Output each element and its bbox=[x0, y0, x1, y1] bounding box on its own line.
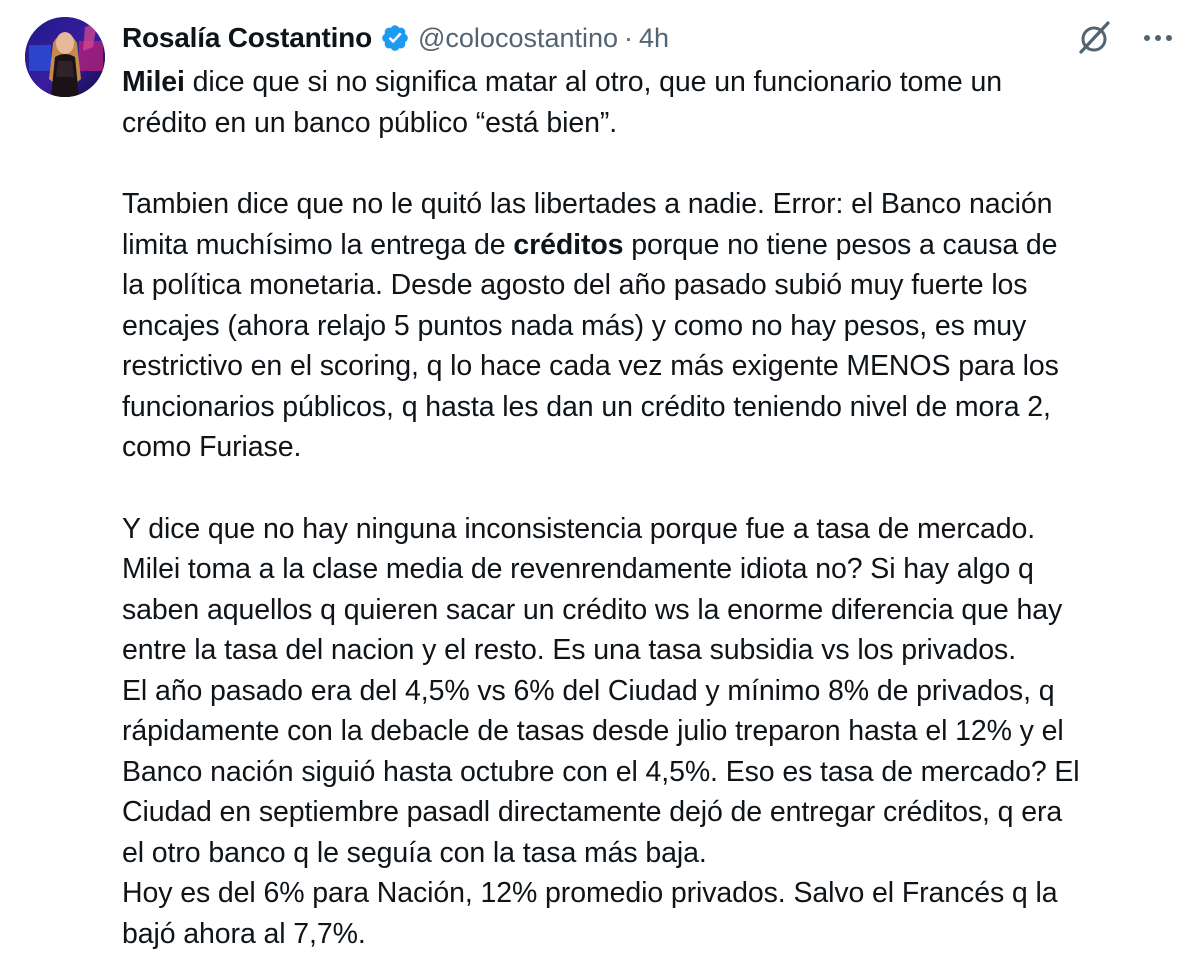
tweet-line: Milei dice que si no significa matar al … bbox=[122, 66, 1002, 98]
avatar[interactable] bbox=[25, 17, 105, 97]
mention-text: Milei bbox=[122, 66, 185, 98]
tweet-line: crédito en un banco público “está bien”. bbox=[122, 106, 618, 139]
tweet-header: Rosalía Costantino @colocostantino · 4h bbox=[122, 20, 669, 56]
tweet-line: Hoy es del 6% para Nación, 12% promedio … bbox=[122, 877, 1058, 909]
tweet-line: como Furiase. bbox=[122, 431, 302, 463]
separator-dot: · bbox=[624, 22, 634, 53]
tweet-line: Milei toma a la clase media de revenrend… bbox=[122, 553, 1034, 585]
grok-icon[interactable] bbox=[1075, 18, 1115, 63]
bold-text: créditos bbox=[513, 228, 624, 261]
tweet-line: el otro banco q le seguía con la tasa má… bbox=[122, 836, 707, 869]
tweet-line: encajes (ahora relajo 5 puntos nada más)… bbox=[122, 309, 1027, 342]
tweet-line: rápidamente con la debacle de tasas desd… bbox=[122, 715, 1064, 747]
tweet-line: Banco nación siguió hasta octubre con el… bbox=[122, 755, 1080, 788]
tweet-actions bbox=[1075, 18, 1175, 63]
timestamp[interactable]: 4h bbox=[639, 23, 669, 54]
tweet-line: la política monetaria. Desde agosto del … bbox=[122, 269, 1028, 301]
tweet-text: Milei dice que si no significa matar al … bbox=[122, 62, 1182, 954]
tweet-line: Tambien dice que no le quitó las liberta… bbox=[122, 188, 1053, 220]
author-handle[interactable]: @colocostantino bbox=[418, 23, 618, 54]
more-horizontal-icon[interactable] bbox=[1141, 18, 1175, 63]
tweet-line: El año pasado era del 4,5% vs 6% del Ciu… bbox=[122, 674, 1055, 707]
tweet-line: saben aquellos q quieren sacar un crédit… bbox=[122, 593, 1063, 626]
tweet-line: restrictivo en el scoring, q lo hace cad… bbox=[122, 350, 1059, 382]
author-name[interactable]: Rosalía Costantino bbox=[122, 22, 372, 54]
verified-badge-icon bbox=[380, 23, 410, 53]
tweet-line: funcionarios públicos, q hasta les dan u… bbox=[122, 390, 1051, 423]
tweet-line: Ciudad en septiembre pasadl directamente… bbox=[122, 796, 1063, 828]
tweet-line: Y dice que no hay ninguna inconsistencia… bbox=[122, 512, 1036, 545]
tweet-line: limita muchísimo la entrega de créditos … bbox=[122, 228, 1058, 261]
tweet-line: entre la tasa del nacion y el resto. Es … bbox=[122, 634, 1017, 666]
tweet[interactable]: Rosalía Costantino @colocostantino · 4h bbox=[0, 0, 1200, 959]
tweet-line: bajó ahora al 7,7%. bbox=[122, 917, 366, 950]
